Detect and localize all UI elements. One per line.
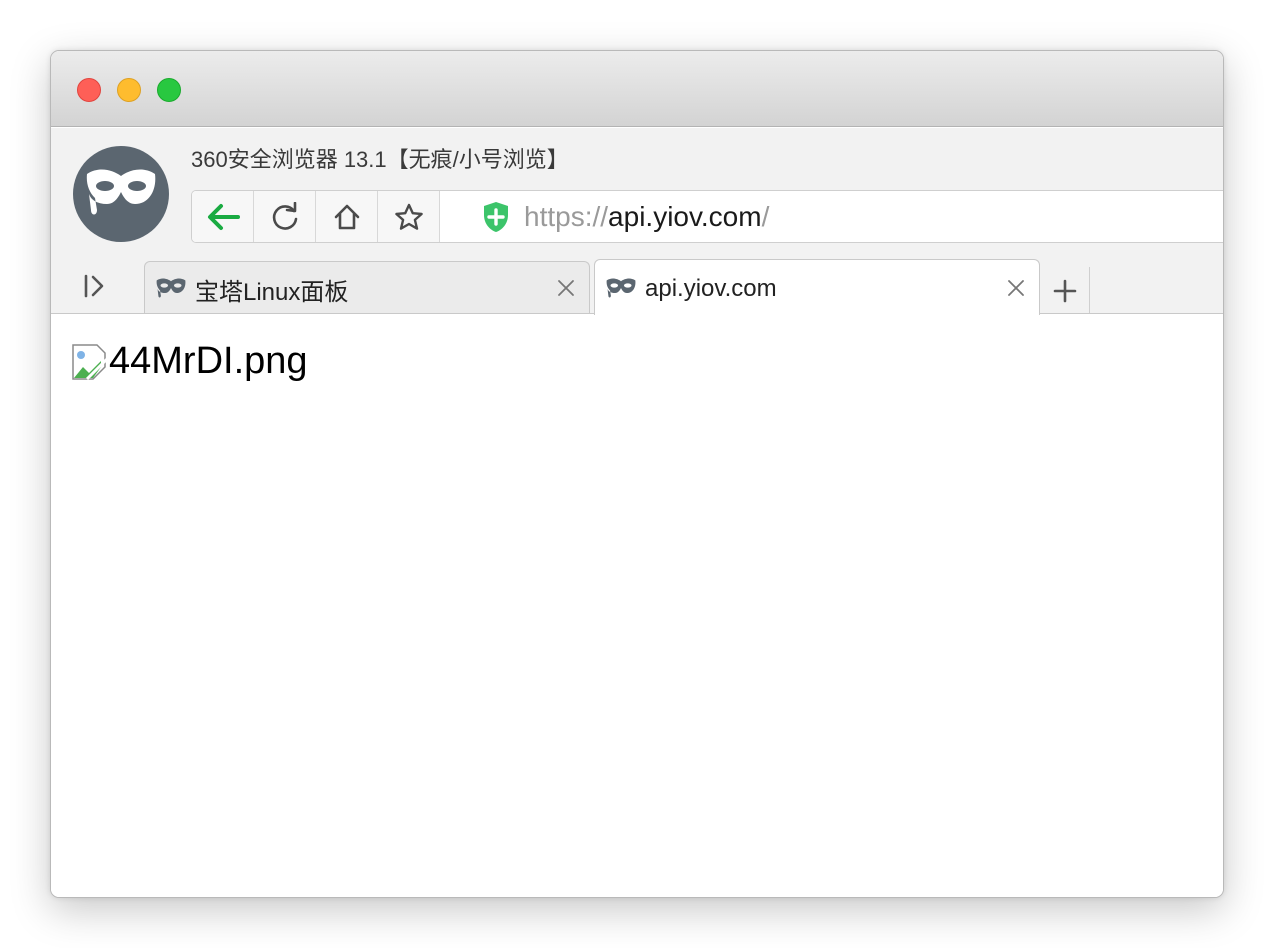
sidebar-toggle-icon <box>84 274 104 298</box>
back-button[interactable] <box>192 191 254 242</box>
app-title: 360安全浏览器 13.1【无痕/小号浏览】 <box>191 147 569 172</box>
plus-icon <box>1053 279 1076 302</box>
browser-window: 360安全浏览器 13.1【无痕/小号浏览】 https:// api.yiov… <box>50 50 1224 898</box>
url-scheme: https:// <box>524 200 609 232</box>
incognito-avatar[interactable] <box>73 146 169 242</box>
tab-baota-panel[interactable]: 宝塔Linux面板 <box>144 261 590 314</box>
title-bar <box>51 51 1223 127</box>
page-content: 44MrDI.png <box>51 314 1223 897</box>
mask-icon <box>605 277 637 299</box>
reload-icon <box>272 201 297 230</box>
browser-toolbar: 360安全浏览器 13.1【无痕/小号浏览】 https:// api.yiov… <box>51 128 1223 315</box>
tab-title: api.yiov.com <box>645 274 777 302</box>
minimize-window-button[interactable] <box>117 78 141 102</box>
back-arrow-icon <box>207 203 240 230</box>
home-button[interactable] <box>316 191 378 242</box>
address-bar[interactable]: https://api.yiov.com / <box>440 191 1223 242</box>
reload-button[interactable] <box>254 191 316 242</box>
mask-icon <box>155 277 187 299</box>
close-icon[interactable] <box>557 279 575 297</box>
broken-image: 44MrDI.png <box>71 340 308 383</box>
tab-api-yiov[interactable]: api.yiov.com <box>594 259 1040 315</box>
new-tab-button[interactable] <box>1040 267 1090 314</box>
close-window-button[interactable] <box>77 78 101 102</box>
tab-title: 宝塔Linux面板 <box>195 278 349 306</box>
bookmark-button[interactable] <box>378 191 440 242</box>
navigation-bar: https://api.yiov.com / <box>191 190 1223 243</box>
image-alt-text: 44MrDI.png <box>109 340 308 382</box>
close-icon[interactable] <box>1007 279 1025 297</box>
shield-plus-icon[interactable] <box>482 201 510 233</box>
url-host: api.yiov.com <box>608 200 762 232</box>
broken-image-icon <box>72 343 109 380</box>
sidebar-toggle-button[interactable] <box>79 271 109 301</box>
url-path: / <box>761 200 770 232</box>
mask-icon <box>86 169 156 215</box>
home-icon <box>334 204 359 229</box>
zoom-window-button[interactable] <box>157 78 181 102</box>
tab-strip: 宝塔Linux面板 api.yiov.com <box>51 259 1223 315</box>
star-icon <box>394 203 423 230</box>
